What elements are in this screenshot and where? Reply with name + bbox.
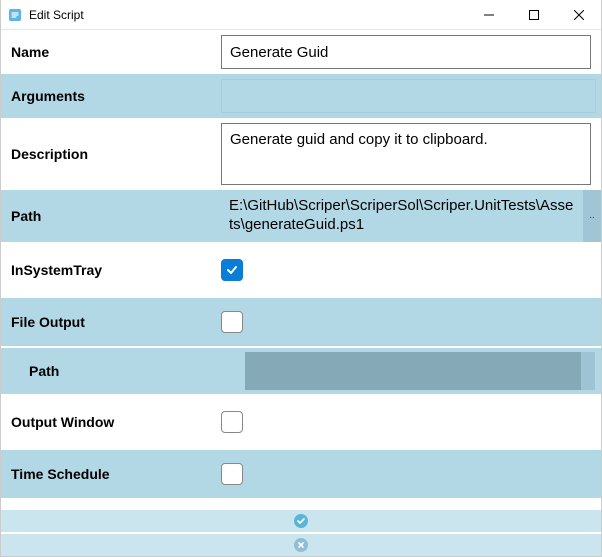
insystemtray-checkbox[interactable] [221,259,243,281]
ok-button[interactable] [1,508,601,532]
titlebar: Edit Script [1,0,601,30]
window-controls [466,0,601,30]
form-content: Name Arguments Description Generate guid… [1,30,601,556]
name-input[interactable] [221,35,591,69]
label-fileoutput: File Output [1,298,221,346]
label-name: Name [1,30,221,74]
path-input[interactable]: E:\GitHub\Scriper\ScriperSol\Scriper.Uni… [221,190,583,242]
outputwindow-checkbox[interactable] [221,411,243,433]
check-icon [294,514,308,528]
cancel-button[interactable] [1,532,601,556]
path-browse-button[interactable]: .. [583,190,601,242]
label-arguments: Arguments [1,74,221,118]
maximize-button[interactable] [511,0,556,30]
row-path: Path E:\GitHub\Scriper\ScriperSol\Scripe… [1,190,601,242]
row-fileoutput: File Output [1,298,601,346]
label-outputwindow: Output Window [1,394,221,450]
arguments-input[interactable] [221,79,596,113]
label-path: Path [1,190,221,242]
app-icon [7,7,23,23]
row-arguments: Arguments [1,74,601,118]
fileoutput-path-browse-button [581,352,595,390]
fileoutput-path-input [245,352,581,390]
row-description: Description Generate guid and copy it to… [1,118,601,190]
row-name: Name [1,30,601,74]
x-icon [294,538,308,552]
window-title: Edit Script [29,8,466,22]
bottom-buttons [1,508,601,556]
close-button[interactable] [556,0,601,30]
timeschedule-checkbox[interactable] [221,463,243,485]
row-fileoutput-path: Path [1,346,601,394]
label-insystemtray: InSystemTray [1,242,221,298]
label-timeschedule: Time Schedule [1,450,221,498]
row-insystemtray: InSystemTray [1,242,601,298]
minimize-button[interactable] [466,0,511,30]
row-outputwindow: Output Window [1,394,601,450]
label-fileoutput-path: Path [1,348,245,394]
row-timeschedule: Time Schedule [1,450,601,498]
fileoutput-checkbox[interactable] [221,311,243,333]
edit-script-window: Edit Script Name Arguments [0,0,602,557]
description-input[interactable]: Generate guid and copy it to clipboard. [221,123,591,185]
label-description: Description [1,118,221,190]
